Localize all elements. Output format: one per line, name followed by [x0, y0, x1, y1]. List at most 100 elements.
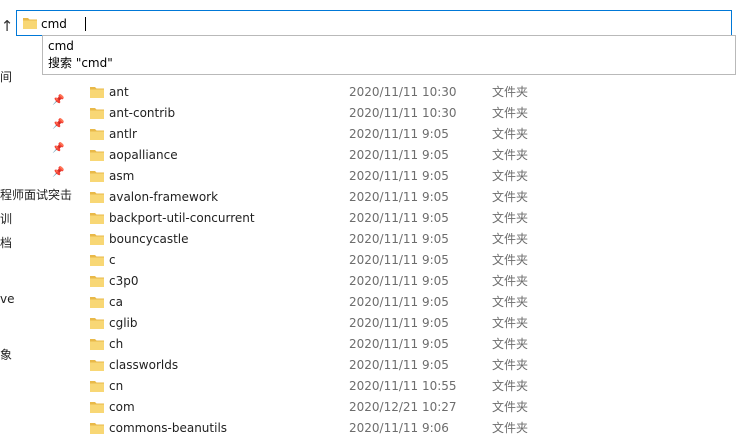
file-date: 2020/11/11 9:05	[349, 253, 449, 267]
pin-icon[interactable]: 📌	[52, 95, 64, 107]
file-row[interactable]: aopalliance 2020/11/11 9:05 文件夹	[82, 145, 736, 166]
address-input[interactable]	[41, 14, 701, 34]
file-type: 文件夹	[492, 400, 529, 414]
file-row[interactable]: ca 2020/11/11 9:05 文件夹	[82, 292, 736, 313]
file-date: 2020/11/11 10:30	[349, 85, 457, 99]
file-type: 文件夹	[492, 421, 529, 435]
file-name: ca	[109, 295, 123, 309]
folder-icon	[90, 423, 104, 434]
file-date: 2020/11/11 9:06	[349, 421, 449, 435]
file-type: 文件夹	[492, 358, 529, 372]
file-name: ant	[109, 85, 129, 99]
nav-item[interactable]: 档	[0, 234, 12, 252]
autocomplete-dropdown: cmd 搜索 "cmd"	[42, 35, 736, 75]
file-row[interactable]: cglib 2020/11/11 9:05 文件夹	[82, 313, 736, 334]
file-row[interactable]: commons-beanutils 2020/11/11 9:06 文件夹	[82, 418, 736, 436]
file-row[interactable]: avalon-framework 2020/11/11 9:05 文件夹	[82, 187, 736, 208]
file-row[interactable]: com 2020/12/21 10:27 文件夹	[82, 397, 736, 418]
address-bar[interactable]	[16, 10, 732, 36]
file-type: 文件夹	[492, 211, 529, 225]
file-type: 文件夹	[492, 379, 529, 393]
folder-icon	[90, 87, 104, 98]
file-row[interactable]: bouncycastle 2020/11/11 9:05 文件夹	[82, 229, 736, 250]
text-caret	[85, 17, 86, 31]
nav-item[interactable]: 象	[0, 346, 12, 364]
file-type: 文件夹	[492, 337, 529, 351]
file-date: 2020/11/11 9:05	[349, 190, 449, 204]
file-type: 文件夹	[492, 127, 529, 141]
file-type: 文件夹	[492, 232, 529, 246]
folder-icon	[90, 234, 104, 245]
file-name: classworlds	[109, 358, 179, 372]
up-arrow-icon[interactable]: ↑	[0, 16, 14, 36]
file-type: 文件夹	[492, 169, 529, 183]
folder-icon	[90, 402, 104, 413]
folder-icon	[90, 129, 104, 140]
file-name: com	[109, 400, 135, 414]
file-type: 文件夹	[492, 148, 529, 162]
folder-icon	[90, 381, 104, 392]
file-date: 2020/11/11 9:05	[349, 316, 449, 330]
file-name: backport-util-concurrent	[109, 211, 255, 225]
file-name: c	[109, 253, 116, 267]
file-name: asm	[109, 169, 135, 183]
file-name: ch	[109, 337, 124, 351]
file-row[interactable]: c 2020/11/11 9:05 文件夹	[82, 250, 736, 271]
file-row[interactable]: antlr 2020/11/11 9:05 文件夹	[82, 124, 736, 145]
file-date: 2020/11/11 9:05	[349, 211, 449, 225]
file-row[interactable]: cn 2020/11/11 10:55 文件夹	[82, 376, 736, 397]
nav-item[interactable]: 间	[0, 68, 12, 86]
folder-icon	[90, 150, 104, 161]
folder-icon	[90, 108, 104, 119]
file-name: cn	[109, 379, 124, 393]
folder-icon	[90, 360, 104, 371]
file-date: 2020/11/11 10:30	[349, 106, 457, 120]
file-name: avalon-framework	[109, 190, 219, 204]
folder-icon	[90, 339, 104, 350]
file-row[interactable]: asm 2020/11/11 9:05 文件夹	[82, 166, 736, 187]
file-name: commons-beanutils	[109, 421, 228, 435]
file-name: c3p0	[109, 274, 139, 288]
file-name: aopalliance	[109, 148, 178, 162]
folder-icon	[90, 297, 104, 308]
file-name: cglib	[109, 316, 138, 330]
folder-icon	[90, 318, 104, 329]
file-row[interactable]: backport-util-concurrent 2020/11/11 9:05 文…	[82, 208, 736, 229]
file-type: 文件夹	[492, 85, 529, 99]
file-row[interactable]: ant-contrib 2020/11/11 10:30 文件夹	[82, 103, 736, 124]
pin-icon[interactable]: 📌	[52, 143, 64, 155]
file-type: 文件夹	[492, 295, 529, 309]
nav-item[interactable]: 程师面试突击	[0, 186, 72, 204]
file-type: 文件夹	[492, 106, 529, 120]
file-name: ant-contrib	[109, 106, 176, 120]
file-row[interactable]: classworlds 2020/11/11 9:05 文件夹	[82, 355, 736, 376]
file-date: 2020/11/11 9:05	[349, 295, 449, 309]
folder-icon	[90, 192, 104, 203]
suggestion-item[interactable]: cmd	[48, 37, 74, 55]
file-date: 2020/11/11 9:05	[349, 274, 449, 288]
folder-icon	[90, 255, 104, 266]
file-date: 2020/11/11 9:05	[349, 337, 449, 351]
nav-item[interactable]: 训	[0, 210, 12, 228]
file-row[interactable]: ant 2020/11/11 10:30 文件夹	[82, 82, 736, 103]
file-row[interactable]: c3p0 2020/11/11 9:05 文件夹	[82, 271, 736, 292]
folder-icon	[90, 213, 104, 224]
file-date: 2020/11/11 9:05	[349, 232, 449, 246]
file-date: 2020/11/11 9:05	[349, 169, 449, 183]
file-type: 文件夹	[492, 274, 529, 288]
file-date: 2020/11/11 9:05	[349, 127, 449, 141]
file-name: bouncycastle	[109, 232, 189, 246]
folder-icon	[23, 18, 37, 29]
pin-icon[interactable]: 📌	[52, 119, 64, 131]
suggestion-item-search[interactable]: 搜索 "cmd"	[48, 54, 113, 72]
file-date: 2020/11/11 10:55	[349, 379, 457, 393]
file-row[interactable]: ch 2020/11/11 9:05 文件夹	[82, 334, 736, 355]
folder-icon	[90, 171, 104, 182]
file-type: 文件夹	[492, 253, 529, 267]
folder-icon	[90, 276, 104, 287]
pin-icon[interactable]: 📌	[52, 167, 64, 179]
file-type: 文件夹	[492, 316, 529, 330]
nav-item[interactable]: ve	[0, 290, 14, 308]
file-name: antlr	[109, 127, 137, 141]
file-list: ant 2020/11/11 10:30 文件夹 ant-contrib 2020/11…	[82, 82, 736, 436]
